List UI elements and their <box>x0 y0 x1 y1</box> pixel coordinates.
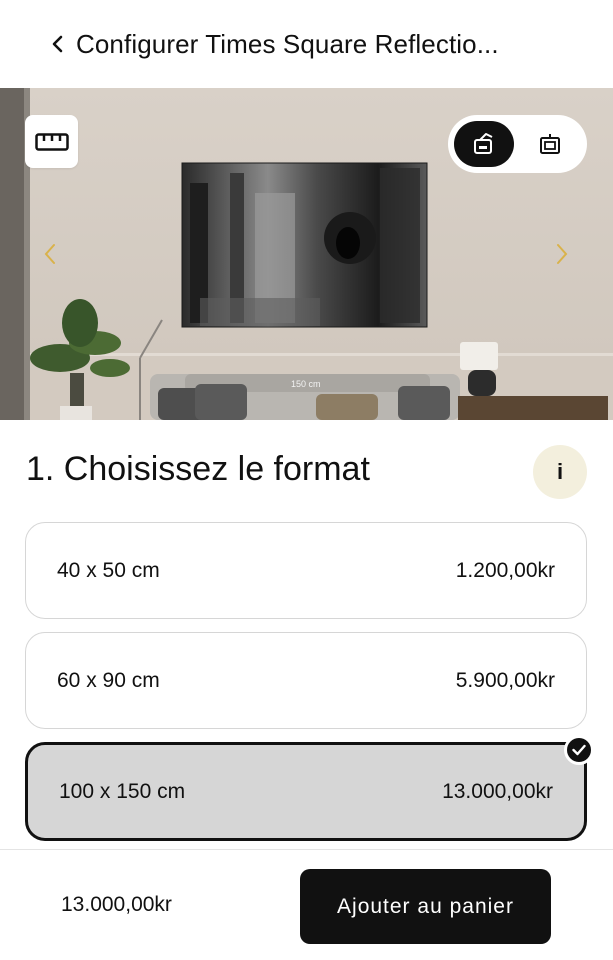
format-option[interactable]: 60 x 90 cm 5.900,00kr <box>25 632 587 729</box>
artwork-view-button[interactable] <box>454 121 514 167</box>
format-size: 60 x 90 cm <box>57 668 160 692</box>
format-price: 5.900,00kr <box>455 668 555 692</box>
page-title: Configurer Times Square Reflectio... <box>76 28 499 59</box>
room-preview: 150 cm <box>0 88 613 420</box>
framed-artwork-icon <box>474 133 493 154</box>
info-icon: i <box>556 459 564 484</box>
chevron-left-icon <box>52 35 63 53</box>
header: Configurer Times Square Reflectio... <box>0 0 613 88</box>
wall-frame-icon <box>540 134 560 154</box>
back-button[interactable] <box>46 32 70 56</box>
total-price: 13.000,00kr <box>61 893 172 916</box>
format-option-selected[interactable]: 100 x 150 cm 13.000,00kr <box>25 735 594 841</box>
selected-badge <box>564 735 594 765</box>
format-size: 40 x 50 cm <box>57 558 160 582</box>
ruler-button[interactable] <box>25 115 78 168</box>
chevron-left-icon <box>44 244 55 264</box>
check-icon <box>572 744 586 756</box>
format-price: 13.000,00kr <box>442 779 553 803</box>
format-price: 1.200,00kr <box>455 558 555 582</box>
chevron-right-icon <box>557 244 568 264</box>
wall-view-button[interactable] <box>520 121 580 167</box>
view-toggle <box>448 115 587 173</box>
format-option[interactable]: 40 x 50 cm 1.200,00kr <box>25 522 587 619</box>
info-button[interactable]: i <box>533 445 587 499</box>
section-title: 1. Choisissez le format <box>26 450 370 488</box>
footer-divider <box>0 849 613 850</box>
format-size: 100 x 150 cm <box>59 779 186 803</box>
ruler-icon <box>34 132 69 151</box>
add-to-cart-button[interactable]: Ajouter au panier <box>300 869 551 944</box>
dimension-label: 150 cm <box>291 379 321 389</box>
next-image-button[interactable] <box>550 238 574 270</box>
previous-image-button[interactable] <box>38 238 62 270</box>
